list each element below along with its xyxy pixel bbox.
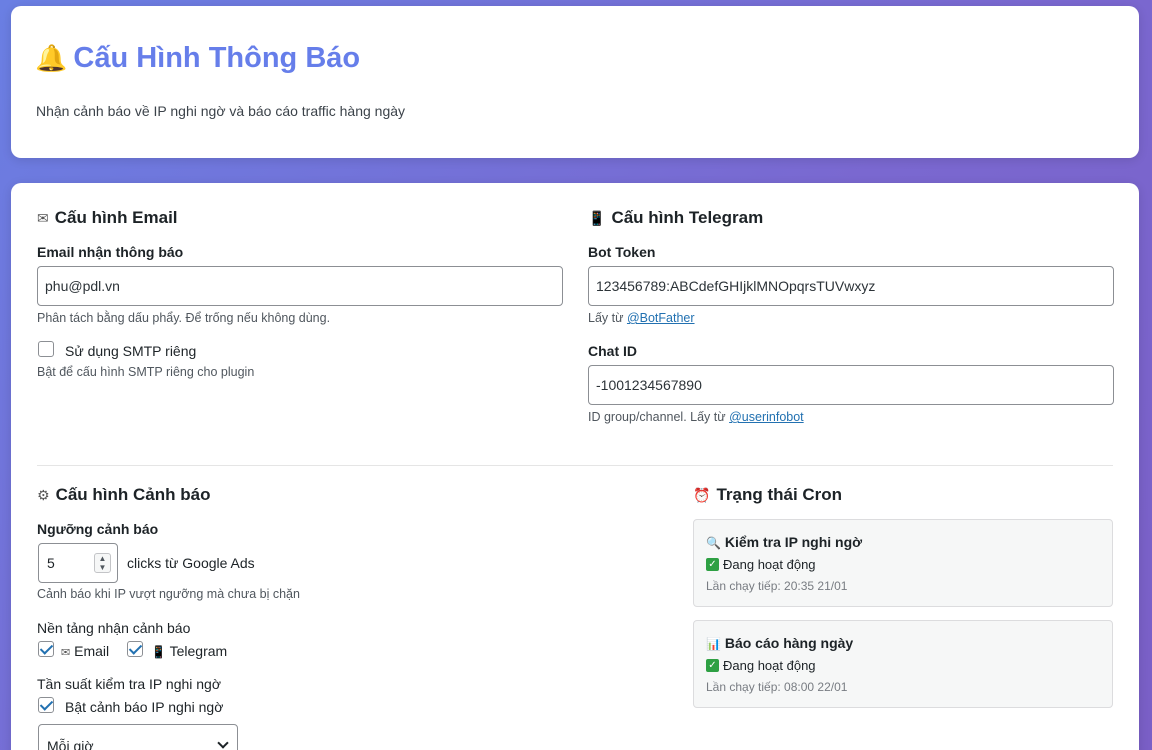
alarm-clock-icon: ⏰ bbox=[693, 486, 711, 503]
bot-token-input[interactable] bbox=[588, 266, 1114, 306]
platform-label: Nền tảng nhận cảnh báo bbox=[37, 620, 191, 636]
smtp-hint: Bật để cấu hình SMTP riêng cho plugin bbox=[37, 365, 255, 379]
chat-id-label: Chat ID bbox=[588, 343, 637, 359]
cron-job-next-run: Lần chạy tiếp: 20:35 21/01 bbox=[706, 579, 848, 593]
bot-token-label: Bot Token bbox=[588, 244, 656, 260]
alert-section-heading: ⚙ Cấu hình Cảnh báo bbox=[37, 485, 211, 504]
alert-section: ⚙ Cấu hình Cảnh báo bbox=[37, 485, 210, 505]
bell-icon: 🔔 bbox=[35, 43, 68, 73]
enable-alert-label: Bật cảnh báo IP nghi ngờ bbox=[65, 699, 224, 715]
page-subtitle: Nhận cảnh báo về IP nghi ngờ và báo cáo … bbox=[36, 103, 406, 119]
cron-job-next-run: Lần chạy tiếp: 08:00 22/01 bbox=[706, 680, 848, 694]
header-card: 🔔 Cấu Hình Thông Báo Nhận cảnh báo về IP… bbox=[11, 6, 1139, 158]
cron-section-heading: ⏰ Trạng thái Cron bbox=[693, 485, 843, 504]
cron-job-card: 🔍 Kiểm tra IP nghi ngờ ✓ Đang hoạt động … bbox=[693, 519, 1113, 607]
cron-section: ⏰ Trạng thái Cron bbox=[693, 485, 842, 505]
email-input[interactable] bbox=[37, 266, 563, 306]
email-icon: ✉ bbox=[61, 647, 71, 659]
email-label: Email nhận thông báo bbox=[37, 244, 184, 260]
bar-chart-icon: 📊 bbox=[706, 637, 721, 651]
cron-job-card: 📊 Báo cáo hàng ngày ✓ Đang hoạt động Lần… bbox=[693, 620, 1113, 708]
frequency-select[interactable]: Mỗi giờ bbox=[38, 724, 238, 750]
cron-job-title: 📊 Báo cáo hàng ngày bbox=[706, 635, 854, 651]
platform-email-label: ✉ Email bbox=[61, 643, 110, 659]
check-icon: ✓ bbox=[706, 558, 719, 571]
chat-id-hint: ID group/channel. Lấy từ @userinfobot bbox=[588, 410, 804, 424]
cron-job-status: ✓ Đang hoạt động bbox=[706, 658, 816, 673]
email-hint: Phân tách bằng dấu phẩy. Để trống nếu kh… bbox=[37, 311, 331, 325]
platform-telegram-label: 📱 Telegram bbox=[151, 643, 228, 659]
magnifier-icon: 🔍 bbox=[706, 536, 721, 550]
threshold-suffix: clicks từ Google Ads bbox=[127, 555, 255, 571]
cron-job-status: ✓ Đang hoạt động bbox=[706, 557, 816, 572]
threshold-value: 5 bbox=[47, 555, 55, 571]
telegram-section: 📱 Cấu hình Telegram bbox=[588, 208, 763, 228]
email-section: ✉ Cấu hình Email bbox=[37, 208, 178, 228]
page-title: 🔔 Cấu Hình Thông Báo bbox=[35, 42, 360, 75]
email-section-heading: ✉ Cấu hình Email bbox=[37, 208, 178, 227]
userinfobot-link[interactable]: @userinfobot bbox=[729, 410, 804, 424]
frequency-value: Mỗi giờ bbox=[47, 738, 94, 750]
threshold-spinner[interactable]: ▲ ▼ bbox=[94, 553, 111, 573]
telegram-section-heading: 📱 Cấu hình Telegram bbox=[588, 208, 764, 227]
chat-id-input[interactable] bbox=[588, 365, 1114, 405]
section-divider bbox=[37, 465, 1113, 466]
check-icon: ✓ bbox=[706, 659, 719, 672]
phone-icon: 📱 bbox=[588, 209, 606, 226]
page-title-text: Cấu Hình Thông Báo bbox=[73, 42, 361, 74]
platform-email-checkbox[interactable] bbox=[38, 641, 54, 657]
settings-card: ✉ Cấu hình Email Email nhận thông báo Ph… bbox=[11, 183, 1139, 750]
chevron-down-icon bbox=[217, 737, 229, 749]
smtp-checkbox[interactable] bbox=[38, 341, 54, 357]
botfather-link[interactable]: @BotFather bbox=[627, 311, 695, 325]
frequency-label: Tần suất kiểm tra IP nghi ngờ bbox=[37, 676, 222, 692]
smtp-label: Sử dụng SMTP riêng bbox=[65, 343, 197, 359]
cron-job-title: 🔍 Kiểm tra IP nghi ngờ bbox=[706, 534, 863, 550]
platform-telegram-checkbox[interactable] bbox=[127, 641, 143, 657]
threshold-hint: Cảnh báo khi IP vượt ngưỡng mà chưa bị c… bbox=[37, 587, 300, 601]
enable-alert-checkbox[interactable] bbox=[38, 697, 54, 713]
phone-icon: 📱 bbox=[151, 645, 166, 659]
gear-icon: ⚙ bbox=[37, 486, 50, 503]
threshold-input[interactable]: 5 ▲ ▼ bbox=[38, 543, 118, 583]
email-icon: ✉ bbox=[37, 209, 49, 226]
threshold-label: Ngưỡng cảnh báo bbox=[37, 521, 159, 537]
bot-token-hint: Lấy từ @BotFather bbox=[588, 311, 695, 325]
